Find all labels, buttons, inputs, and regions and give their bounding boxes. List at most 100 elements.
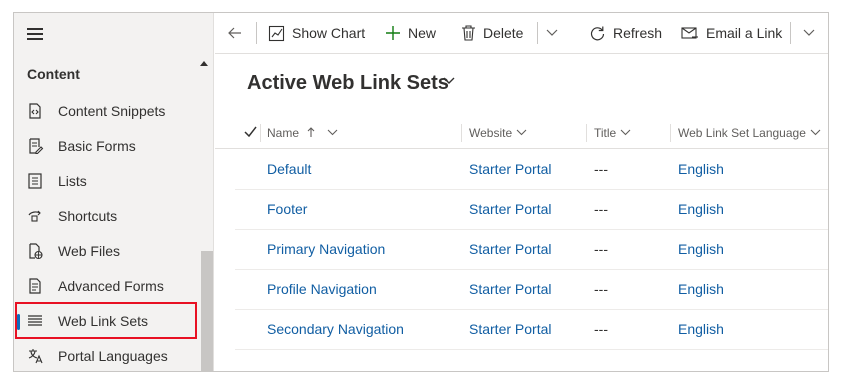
sidebar-item-shortcuts[interactable]: Shortcuts: [14, 199, 200, 234]
title-value: ---: [594, 281, 608, 297]
hamburger-menu-icon[interactable]: [27, 28, 43, 40]
more-commands-chevron[interactable]: [803, 13, 822, 53]
sort-ascending-icon: [307, 127, 315, 137]
column-divider: [586, 124, 587, 142]
column-header-website[interactable]: Website: [469, 116, 527, 149]
command-separator: [537, 22, 538, 44]
chevron-down-icon: [516, 129, 527, 136]
website-link[interactable]: Starter Portal: [469, 281, 551, 297]
title-value: ---: [594, 241, 608, 257]
column-header-label: Web Link Set Language: [678, 125, 806, 140]
title-value: ---: [594, 321, 608, 337]
chevron-down-icon: [620, 129, 631, 136]
refresh-button[interactable]: Refresh: [589, 13, 662, 53]
record-name-link[interactable]: Footer: [267, 201, 307, 217]
form-icon: [29, 138, 44, 155]
email-link-label: Email a Link: [706, 25, 783, 41]
column-header-label: Title: [594, 125, 617, 140]
sidebar-item-portal-languages[interactable]: Portal Languages: [14, 339, 200, 371]
column-divider: [260, 124, 261, 142]
language-link[interactable]: English: [678, 241, 724, 257]
email-link-icon: [681, 27, 698, 39]
refresh-label: Refresh: [613, 25, 663, 41]
chevron-down-icon: [327, 129, 338, 136]
table-row[interactable]: Secondary Navigation Starter Portal --- …: [235, 310, 828, 350]
sidebar-item-label: Shortcuts: [58, 208, 118, 224]
website-link[interactable]: Starter Portal: [469, 161, 551, 177]
command-separator: [256, 22, 257, 44]
highlight-annotation: [15, 302, 197, 339]
sidebar-item-label: Portal Languages: [58, 348, 168, 364]
record-name-link[interactable]: Default: [267, 161, 311, 177]
view-title[interactable]: Active Web Link Sets: [247, 72, 449, 95]
chart-icon: [268, 25, 285, 41]
table-row[interactable]: Default Starter Portal --- English: [235, 150, 828, 190]
list-icon: [28, 173, 42, 189]
command-separator: [790, 22, 791, 44]
title-value: ---: [594, 201, 608, 217]
grid-header: Name Website Title Web Link Set Language: [215, 116, 828, 149]
sidebar-item-label: Lists: [58, 173, 87, 189]
column-header-name[interactable]: Name: [267, 116, 338, 149]
back-button[interactable]: [227, 13, 250, 53]
language-icon: [28, 349, 43, 364]
plus-icon: [386, 26, 400, 40]
scroll-up-caret-icon[interactable]: [200, 61, 208, 66]
table-row[interactable]: Footer Starter Portal --- English: [235, 190, 828, 230]
sidebar-item-basic-forms[interactable]: Basic Forms: [14, 129, 200, 164]
back-arrow-icon: [228, 27, 241, 39]
sidebar-item-label: Content Snippets: [58, 103, 166, 119]
column-header-web-link-set-language[interactable]: Web Link Set Language: [678, 116, 821, 149]
record-name-link[interactable]: Profile Navigation: [267, 281, 377, 297]
record-name-link[interactable]: Primary Navigation: [267, 241, 385, 257]
new-label: New: [408, 25, 437, 41]
chevron-down-icon: [546, 29, 558, 36]
language-link[interactable]: English: [678, 321, 724, 337]
app-window: Content Content Snippets Basic Forms Lis…: [13, 12, 829, 372]
view-selector-chevron-icon[interactable]: [443, 77, 455, 85]
sidebar-item-web-files[interactable]: Web Files: [14, 234, 200, 269]
sidebar-item-advanced-forms[interactable]: Advanced Forms: [14, 269, 200, 304]
website-link[interactable]: Starter Portal: [469, 241, 551, 257]
sidebar-item-content-snippets[interactable]: Content Snippets: [14, 94, 200, 129]
command-bar: Show Chart New Delete Refresh Email a Li…: [215, 13, 828, 54]
refresh-icon: [590, 26, 605, 40]
sidebar-scrollbar-thumb[interactable]: [201, 251, 213, 371]
column-header-label: Name: [267, 125, 300, 140]
table-row[interactable]: Profile Navigation Starter Portal --- En…: [235, 270, 828, 310]
column-divider: [461, 124, 462, 142]
website-link[interactable]: Starter Portal: [469, 201, 551, 217]
web-file-icon: [29, 243, 43, 260]
new-button[interactable]: New: [385, 13, 436, 53]
delete-more-chevron[interactable]: [546, 13, 565, 53]
nav-group-title: Content: [27, 66, 80, 82]
show-chart-label: Show Chart: [292, 25, 366, 41]
sidebar-item-label: Web Files: [58, 243, 120, 259]
show-chart-button[interactable]: Show Chart: [268, 13, 365, 53]
advanced-form-icon: [29, 278, 41, 294]
shortcut-icon: [28, 210, 41, 222]
language-link[interactable]: English: [678, 281, 724, 297]
column-divider: [670, 124, 671, 142]
content-snippet-icon: [29, 103, 41, 119]
delete-label: Delete: [483, 25, 524, 41]
sidebar-item-label: Basic Forms: [58, 138, 136, 154]
main-content: Show Chart New Delete Refresh Email a Li…: [215, 13, 828, 371]
select-all-checkmark-icon[interactable]: [244, 126, 257, 137]
sidebar-item-lists[interactable]: Lists: [14, 164, 200, 199]
chevron-down-icon: [810, 129, 821, 136]
column-header-label: Website: [469, 125, 513, 140]
sidebar-item-label: Advanced Forms: [58, 278, 164, 294]
sitemap-sidebar: Content Content Snippets Basic Forms Lis…: [14, 13, 214, 371]
delete-button[interactable]: Delete: [461, 13, 523, 53]
trash-icon: [462, 25, 475, 41]
table-row[interactable]: Primary Navigation Starter Portal --- En…: [235, 230, 828, 270]
website-link[interactable]: Starter Portal: [469, 321, 551, 337]
record-name-link[interactable]: Secondary Navigation: [267, 321, 404, 337]
column-header-title[interactable]: Title: [594, 116, 631, 149]
email-link-button[interactable]: Email a Link: [681, 13, 782, 53]
chevron-down-icon: [803, 29, 815, 36]
language-link[interactable]: English: [678, 161, 724, 177]
title-value: ---: [594, 161, 608, 177]
language-link[interactable]: English: [678, 201, 724, 217]
